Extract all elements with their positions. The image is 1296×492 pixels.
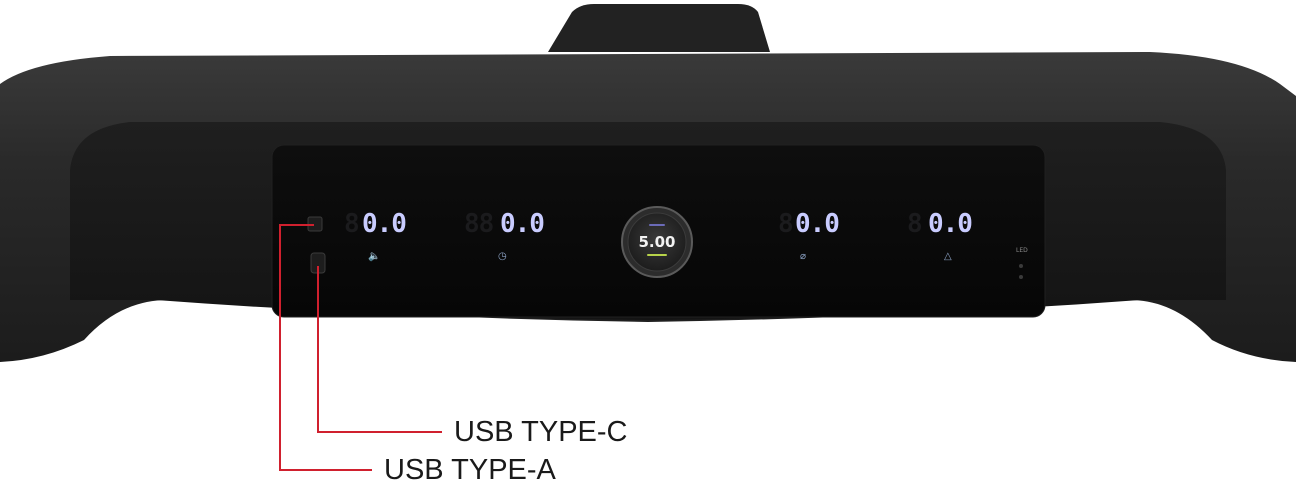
calorie-icon: △ [944,251,952,262]
display-1-value: 0.0 [362,209,406,239]
usb-type-c-label: USB TYPE-C [454,416,628,448]
svg-text:8: 8 [778,209,793,239]
led-label: LED [1016,247,1028,254]
svg-text:8: 8 [907,209,922,239]
speaker-icon: 🔈 [368,251,380,262]
speed-knob[interactable]: 5.00 [621,206,693,278]
display-3-value: 0.0 [795,209,839,239]
incline-icon: ⌀ [800,251,806,262]
usb-type-a-label: USB TYPE-A [384,454,556,486]
svg-text:88: 88 [464,209,494,239]
display-4-value: 0.0 [928,209,972,239]
treadmill-console-illustration: 8 0.0 🔈 88 0.0 ◷ 5.00 8 0.0 ⌀ 8 0.0 △ LE… [0,4,1296,471]
svg-text:8: 8 [344,209,359,239]
console-top-tab [548,4,770,52]
display-2-value: 0.0 [500,209,544,239]
knob-value: 5.00 [638,233,675,251]
clock-icon: ◷ [498,251,507,262]
